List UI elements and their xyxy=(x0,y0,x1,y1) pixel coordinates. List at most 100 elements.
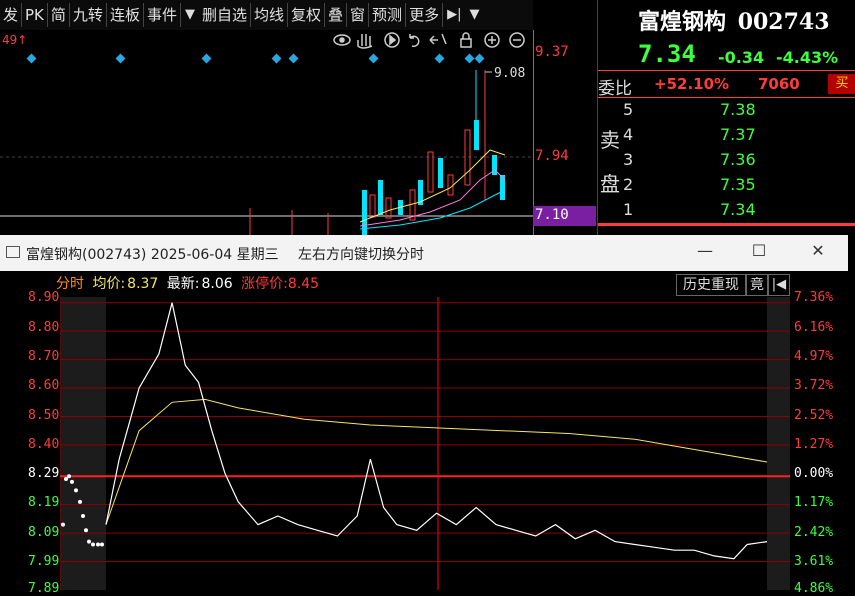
auction-point xyxy=(70,479,74,484)
toolbar-item-fuquan[interactable]: 复权 xyxy=(288,3,326,27)
price-change: -0.34 xyxy=(718,48,765,67)
ask-row: 1 7.34 xyxy=(598,200,855,224)
ask-level: 5 xyxy=(623,100,634,119)
auction-button[interactable]: 竟 xyxy=(746,274,768,296)
ask-row: 4 7.37 xyxy=(598,125,855,149)
weibi-label: 委比 xyxy=(598,79,632,99)
current-price: 7.34 xyxy=(638,40,696,68)
axis-price-mid: 7.94 xyxy=(535,148,569,164)
toolbar-item-jiuzhuan[interactable]: 九转 xyxy=(70,3,107,27)
stock-code: 002743 xyxy=(737,9,830,35)
history-replay-button[interactable]: 历史重现 xyxy=(676,274,746,296)
right-axis-label: 0.00% xyxy=(794,466,834,481)
ask-price: 7.35 xyxy=(720,175,756,194)
auction-point xyxy=(84,528,88,533)
high-price-label: 9.08 xyxy=(494,66,525,81)
toolbar-item-delete-favorite[interactable]: 删自选 xyxy=(199,3,251,27)
toolbar-item-pk[interactable]: PK xyxy=(22,3,48,27)
left-axis-label: 8.70 xyxy=(28,349,60,364)
ask-level: 3 xyxy=(623,150,634,169)
left-axis-label: 7.89 xyxy=(28,581,60,596)
left-axis-label: 8.60 xyxy=(28,378,60,393)
axis-price-high: 9.37 xyxy=(535,44,569,60)
auction-point xyxy=(81,514,85,519)
intraday-chart xyxy=(60,297,790,590)
mode-label: 分时 xyxy=(56,276,84,292)
ask-level: 1 xyxy=(623,200,634,219)
right-axis-label: 3.61% xyxy=(794,554,834,569)
left-axis-label: 8.29 xyxy=(28,466,60,481)
average-price-line xyxy=(105,398,768,525)
auction-point xyxy=(74,488,78,493)
auction-point xyxy=(78,499,82,504)
ask-row: 5 7.38 xyxy=(598,100,855,124)
intraday-info-bar: 分时 均价: 8.37 最新: 8.06 涨停价:8.45 xyxy=(56,273,319,293)
stock-title: 富煌钢构 002743 xyxy=(638,4,830,36)
toolbar-item-yuce[interactable]: 预测 xyxy=(369,3,407,27)
auction-point xyxy=(87,539,91,544)
toolbar-item-die[interactable]: 叠 xyxy=(325,3,348,27)
right-axis-label: 1.17% xyxy=(794,495,834,510)
right-axis-label: 7.36% xyxy=(794,290,834,305)
minimize-icon[interactable]: — xyxy=(690,241,720,260)
left-axis-label: 8.80 xyxy=(28,320,60,335)
quote-panel: 富煌钢构 002743 7.34 -0.34 -4.43% 委比 +52.10%… xyxy=(597,0,855,235)
auction-point xyxy=(100,542,104,547)
window-title: 富煌钢构(002743) 2025-06-04 星期三 xyxy=(26,247,279,263)
price-axis: 9.37 7.94 7.10 xyxy=(533,30,596,235)
right-axis-label: 3.72% xyxy=(794,378,834,393)
dropdown-icon[interactable]: ▼ xyxy=(181,3,199,27)
ask-price: 7.34 xyxy=(720,200,756,219)
ask-level: 4 xyxy=(623,125,634,144)
latest-price-label: 最新: xyxy=(166,276,200,292)
right-axis-label: 2.52% xyxy=(794,408,834,423)
jump-to-end-icon[interactable]: |◀ xyxy=(768,274,790,296)
auction-point xyxy=(61,522,65,527)
ask-price: 7.36 xyxy=(720,150,756,169)
limit-price-label: 涨停价: xyxy=(241,276,288,292)
window-hint: 左右方向键切换分时 xyxy=(298,247,424,263)
kline-chart: 49↑ 9.08 xyxy=(0,30,533,235)
price-change-pct: -4.43% xyxy=(776,48,839,67)
toolbar-item-junxian[interactable]: 均线 xyxy=(251,3,288,27)
ask-row: 2 7.35 xyxy=(598,175,855,199)
axis-price-current: 7.10 xyxy=(535,207,569,223)
left-axis-label: 8.09 xyxy=(28,525,60,540)
toolbar-item-chuang[interactable]: 窗 xyxy=(347,3,370,27)
limit-price-value: 8.45 xyxy=(287,276,320,292)
window-app-icon xyxy=(6,246,20,258)
auction-point xyxy=(91,542,95,547)
top-toolbar: 发 PK 简 九转 连板 事件 ▼ 删自选 均线 复权 叠 窗 预测 更多 ▶|… xyxy=(0,0,533,31)
weibi-value: +52.10% xyxy=(654,75,730,93)
auction-point xyxy=(96,542,100,547)
intraday-popup-window: 富煌钢构(002743) 2025-06-04 星期三 左右方向键切换分时 — … xyxy=(0,235,855,596)
stock-name: 富煌钢构 xyxy=(638,9,727,35)
left-axis-label: 8.19 xyxy=(28,495,60,510)
ask-price: 7.38 xyxy=(720,100,756,119)
toolbar-item-more[interactable]: 更多 xyxy=(406,3,444,27)
menu-dropdown-icon[interactable]: ▼ xyxy=(465,3,483,27)
toolbar-item-shijian[interactable]: 事件 xyxy=(144,3,181,27)
ask-level: 2 xyxy=(623,175,634,194)
right-axis-label: 1.27% xyxy=(794,437,834,452)
left-axis-label: 8.40 xyxy=(28,437,60,452)
left-axis-label: 8.50 xyxy=(28,408,60,423)
toolbar-item-jian[interactable]: 简 xyxy=(48,3,70,27)
left-axis-label: 8.90 xyxy=(28,290,60,305)
close-icon[interactable]: ✕ xyxy=(803,241,833,260)
ask-price: 7.37 xyxy=(720,125,756,144)
right-axis-label: 4.86% xyxy=(794,581,834,596)
right-axis-label: 2.42% xyxy=(794,525,834,540)
left-axis-label: 7.99 xyxy=(28,554,60,569)
maximize-icon[interactable]: ☐ xyxy=(744,241,774,260)
auction-point xyxy=(64,477,68,482)
buy-tag[interactable]: 买 xyxy=(828,74,855,94)
toolbar-item-fa[interactable]: 发 xyxy=(0,3,23,27)
window-titlebar[interactable]: 富煌钢构(002743) 2025-06-04 星期三 左右方向键切换分时 — … xyxy=(0,235,848,271)
ask-row: 3 7.36 xyxy=(598,150,855,174)
avg-price-value: 8.37 xyxy=(127,276,159,292)
latest-price-value: 8.06 xyxy=(201,276,233,292)
collapse-icon[interactable]: ▶| xyxy=(443,3,465,27)
avg-price-label: 均价: xyxy=(92,276,126,292)
toolbar-item-lianban[interactable]: 连板 xyxy=(107,3,144,27)
